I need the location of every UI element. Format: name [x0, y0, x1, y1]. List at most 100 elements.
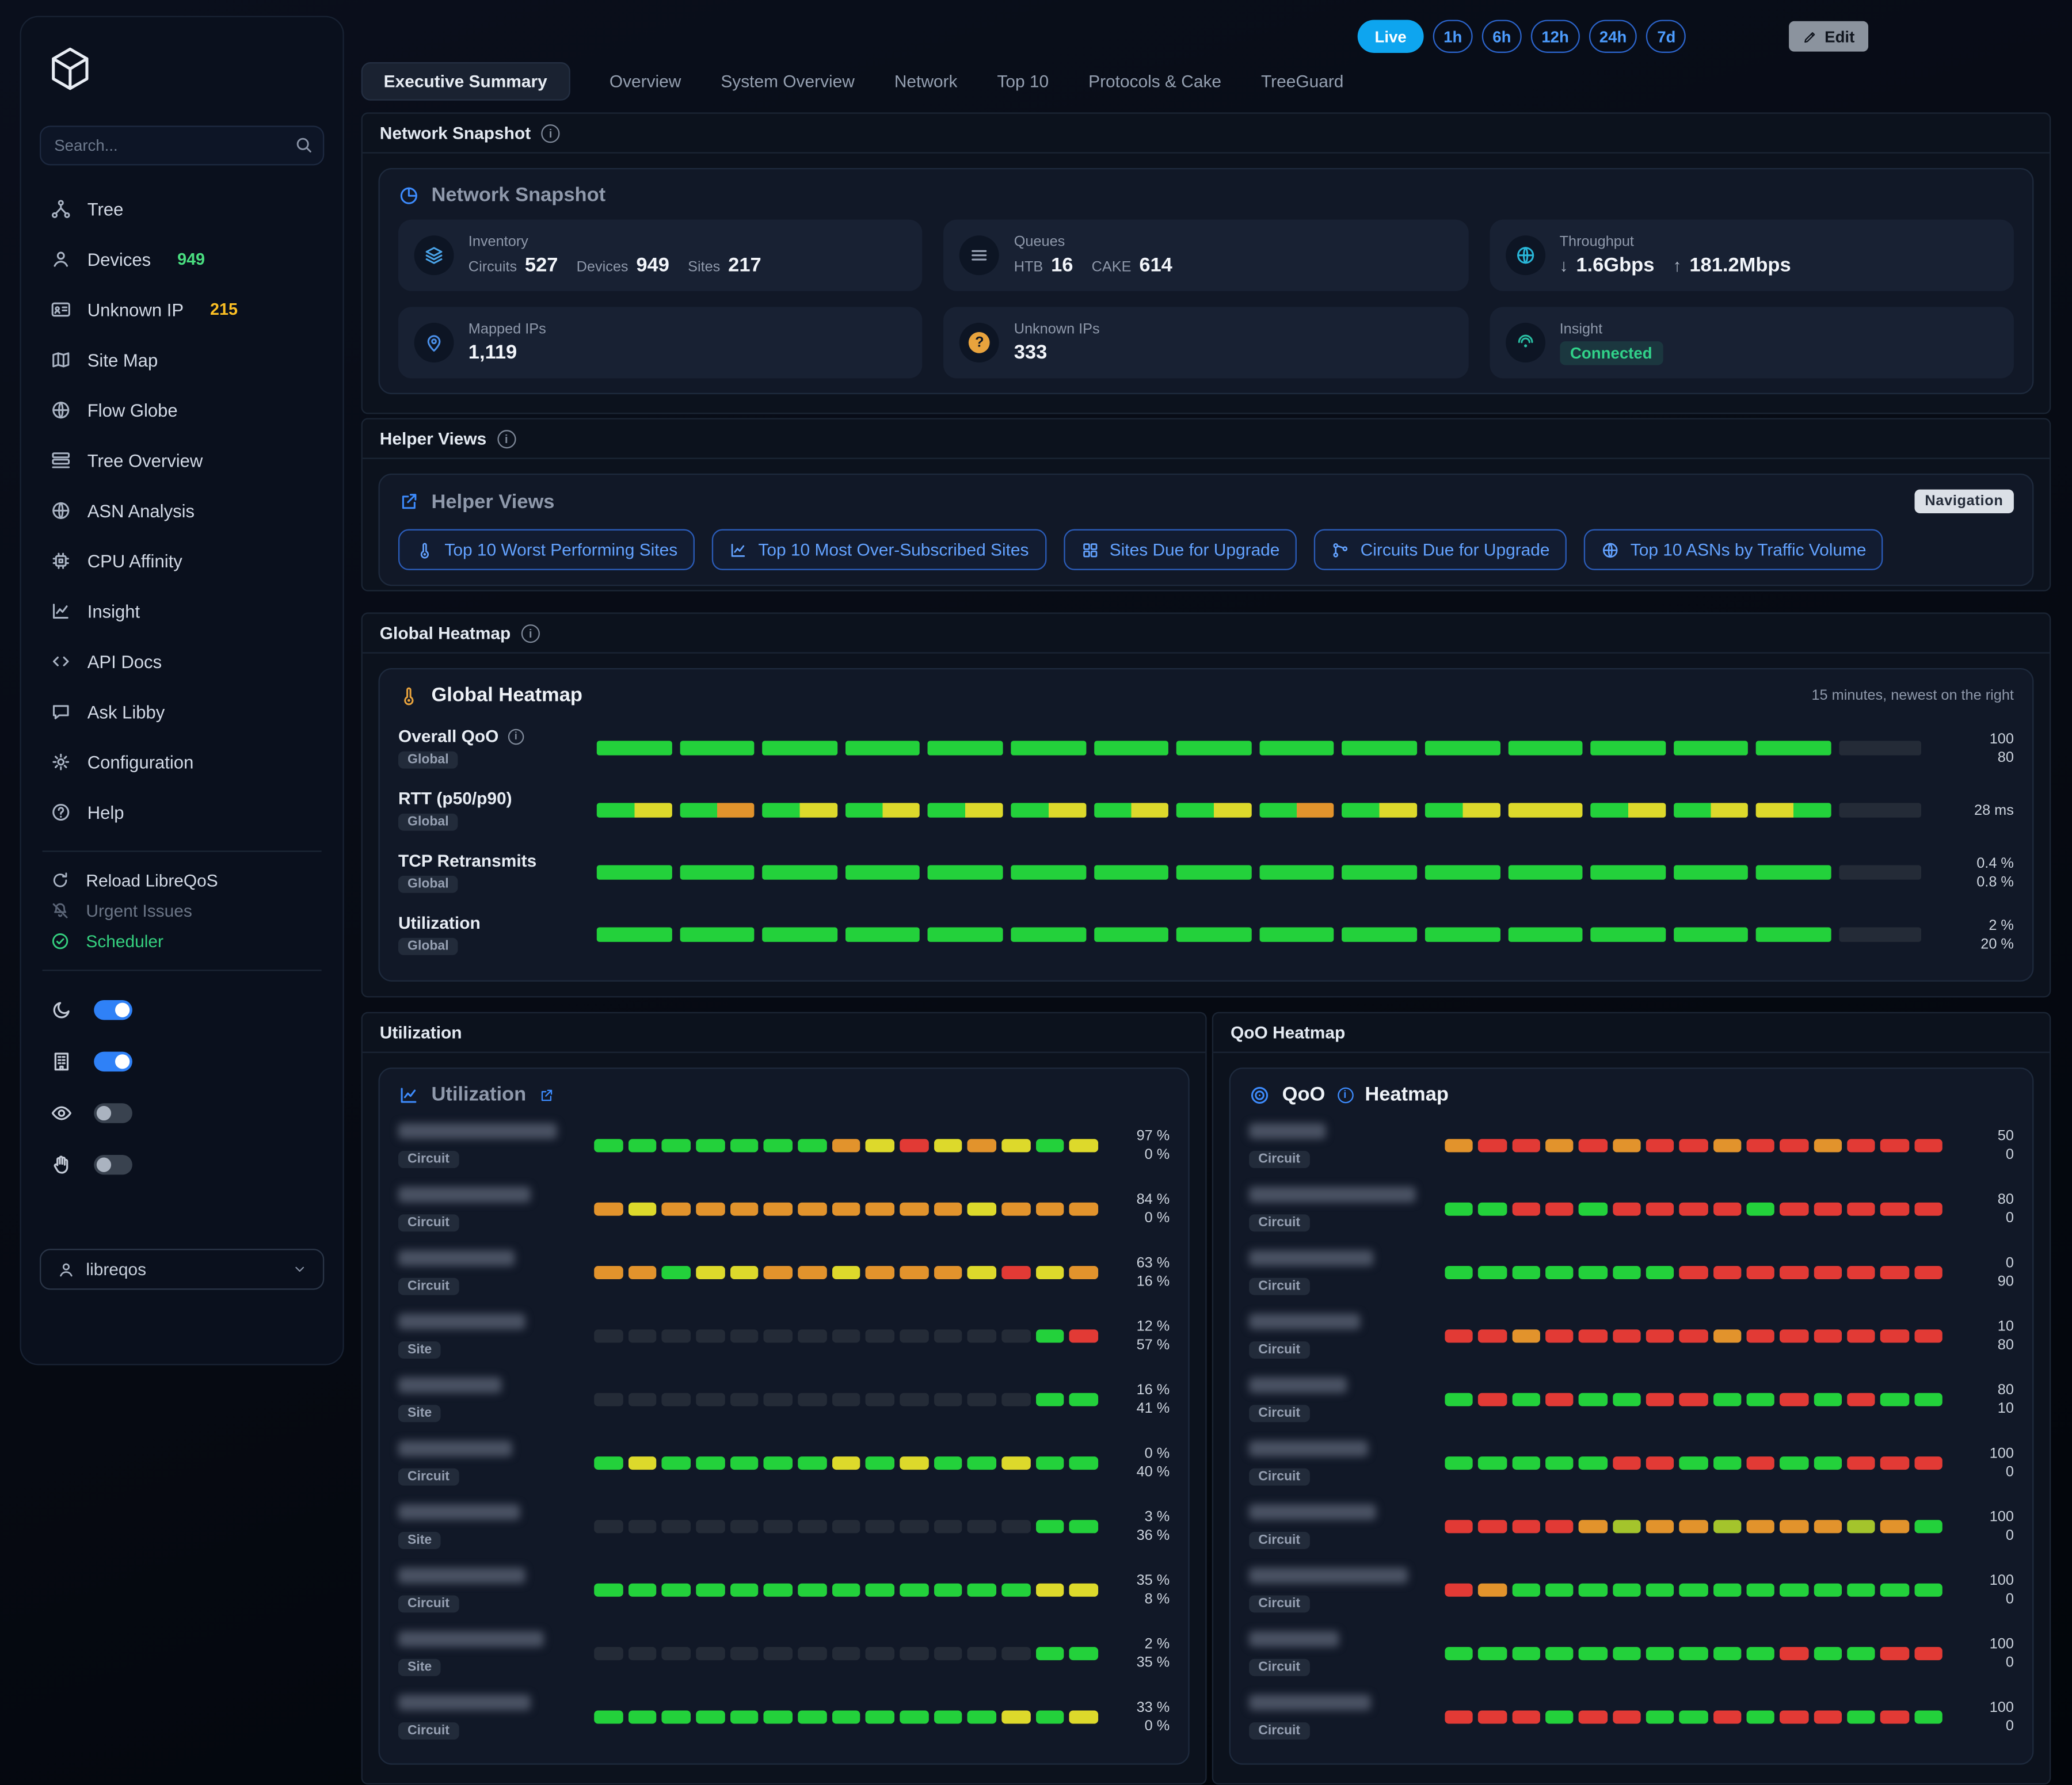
stat-throughput: Throughput ↓1.6Gbps ↑181.2Mbps: [1490, 220, 2014, 291]
range-7d-button[interactable]: 7d: [1647, 20, 1686, 52]
heatmap-strip[interactable]: [1445, 1647, 1942, 1660]
helper-top-10-most-over-subscribed-sites-button[interactable]: Top 10 Most Over-Subscribed Sites: [712, 529, 1046, 570]
row-values: 500: [1956, 1127, 2014, 1164]
globe-icon: [1601, 540, 1620, 559]
heatmap-strip[interactable]: [1445, 1520, 1942, 1533]
sidebar-item-insight[interactable]: Insight: [40, 586, 324, 636]
heatmap-strip[interactable]: [594, 1584, 1098, 1597]
sidebar-action-urgent-issues[interactable]: Urgent Issues: [40, 895, 324, 926]
helper-circuits-due-for-upgrade-button[interactable]: Circuits Due for Upgrade: [1314, 529, 1567, 570]
helper-views-panel: Helper Views i Helper Views Navigation T…: [361, 418, 2051, 591]
sidebar-item-help[interactable]: Help: [40, 787, 324, 837]
heatmap-strip[interactable]: [1445, 1139, 1942, 1152]
type-badge: Circuit: [1249, 1595, 1309, 1612]
heatmap-strip[interactable]: [1445, 1710, 1942, 1723]
libreqos-logo-icon[interactable]: [45, 44, 95, 94]
globe-icon: [50, 399, 71, 421]
range-12h-button[interactable]: 12h: [1531, 20, 1579, 52]
range-6h-button[interactable]: 6h: [1482, 20, 1522, 52]
stat-key: CAKE: [1092, 260, 1132, 276]
toggle-row-organization: [40, 1036, 324, 1088]
card-title: Heatmap: [1365, 1084, 1449, 1106]
info-icon[interactable]: i: [497, 429, 516, 448]
organization-toggle[interactable]: [94, 1052, 132, 1071]
range-1h-button[interactable]: 1h: [1433, 20, 1473, 52]
heatmap-strip[interactable]: [1445, 1203, 1942, 1216]
sidebar-item-unknown-ip[interactable]: Unknown IP215: [40, 284, 324, 334]
list-icon: [969, 245, 991, 266]
sidebar-item-cpu-affinity[interactable]: CPU Affinity: [40, 536, 324, 586]
sidebar-item-devices[interactable]: Devices949: [40, 234, 324, 284]
info-icon[interactable]: i: [542, 124, 560, 142]
type-badge: Circuit: [1249, 1531, 1309, 1548]
redacted-name: [1249, 1313, 1360, 1329]
type-badge: Site: [398, 1531, 441, 1548]
tab-top-10[interactable]: Top 10: [997, 71, 1049, 90]
redacted-name: [1249, 1630, 1339, 1646]
heatmap-strip[interactable]: [594, 1520, 1098, 1533]
heatmap-strip[interactable]: [1445, 1329, 1942, 1342]
sidebar-action-reload-libreqos[interactable]: Reload LibreQoS: [40, 865, 324, 895]
heatmap-strip[interactable]: [1445, 1393, 1942, 1406]
heatmap-strip[interactable]: [594, 1710, 1098, 1723]
tab-overview[interactable]: Overview: [610, 71, 681, 90]
heatmap-strip[interactable]: [1445, 1584, 1942, 1597]
heatmap-strip[interactable]: [594, 1329, 1098, 1342]
row-values: 28 ms: [1937, 801, 2014, 819]
pencil-icon: [1802, 28, 1818, 44]
heatmap-strip[interactable]: [597, 865, 1921, 879]
utilization-card: Utilization Circuit97 %0 %Circuit84 %0 %…: [378, 1067, 1189, 1765]
sidebar-action-scheduler[interactable]: Scheduler: [40, 926, 324, 956]
sidebar-item-api-docs[interactable]: API Docs: [40, 636, 324, 686]
action-label: Reload LibreQoS: [86, 871, 218, 890]
heatmap-strip[interactable]: [597, 803, 1921, 817]
tab-system-overview[interactable]: System Overview: [721, 71, 855, 90]
heatmap-strip[interactable]: [597, 741, 1921, 755]
heatmap-subtitle: 15 minutes, newest on the right: [1811, 687, 2013, 703]
sidebar-item-configuration[interactable]: Configuration: [40, 737, 324, 787]
sidebar-item-site-map[interactable]: Site Map: [40, 335, 324, 385]
heatmap-strip[interactable]: [1445, 1266, 1942, 1279]
tab-treeguard[interactable]: TreeGuard: [1261, 71, 1343, 90]
count-badge: 949: [177, 250, 205, 268]
helper-top-10-asns-by-traffic-volume-button[interactable]: Top 10 ASNs by Traffic Volume: [1584, 529, 1883, 570]
sidebar-item-asn-analysis[interactable]: ASN Analysis: [40, 486, 324, 536]
sidebar-item-tree[interactable]: Tree: [40, 184, 324, 234]
search-input[interactable]: [40, 125, 324, 165]
heatmap-strip[interactable]: [594, 1393, 1098, 1406]
global-row-overall-qoo: Overall QoOiGlobal10080: [398, 717, 2014, 779]
heatmap-strip[interactable]: [597, 928, 1921, 942]
global-row-tcp-retransmits: TCP RetransmitsGlobal0.4 %0.8 %: [398, 841, 2014, 903]
row-values: 8010: [1956, 1381, 2014, 1418]
info-icon[interactable]: i: [1337, 1087, 1353, 1103]
tab-network[interactable]: Network: [894, 71, 958, 90]
heatmap-strip[interactable]: [594, 1266, 1098, 1279]
heatmap-strip[interactable]: [594, 1647, 1098, 1660]
divider: [43, 850, 322, 852]
heatmap-strip[interactable]: [594, 1456, 1098, 1470]
sidebar-item-tree-overview[interactable]: Tree Overview: [40, 435, 324, 485]
moon-icon: [50, 999, 73, 1021]
sidebar-item-flow-globe[interactable]: Flow Globe: [40, 385, 324, 435]
user-menu-button[interactable]: libreqos: [40, 1249, 324, 1290]
helper-sites-due-for-upgrade-button[interactable]: Sites Due for Upgrade: [1063, 529, 1297, 570]
tab-protocols-cake[interactable]: Protocols & Cake: [1088, 71, 1221, 90]
touch-toggle[interactable]: [94, 1155, 132, 1174]
heatmap-strip[interactable]: [1445, 1456, 1942, 1470]
tab-executive-summary[interactable]: Executive Summary: [361, 62, 570, 100]
helper-top-10-worst-performing-sites-button[interactable]: Top 10 Worst Performing Sites: [398, 529, 695, 570]
info-icon[interactable]: i: [508, 729, 524, 745]
heatmap-strip[interactable]: [594, 1139, 1098, 1152]
heatmap-strip[interactable]: [594, 1203, 1098, 1216]
sidebar-item-ask-libby[interactable]: Ask Libby: [40, 686, 324, 737]
info-icon[interactable]: i: [521, 624, 540, 642]
visibility-toggle[interactable]: [94, 1103, 132, 1123]
live-button[interactable]: Live: [1358, 20, 1424, 52]
edit-button[interactable]: Edit: [1789, 21, 1868, 52]
action-label: Scheduler: [86, 931, 163, 951]
dark-mode-toggle[interactable]: [94, 1000, 132, 1020]
card-title: Global Heatmap: [431, 684, 582, 707]
range-24h-button[interactable]: 24h: [1589, 20, 1637, 52]
chart-line-icon: [398, 1084, 420, 1105]
external-link-icon[interactable]: [538, 1087, 554, 1103]
